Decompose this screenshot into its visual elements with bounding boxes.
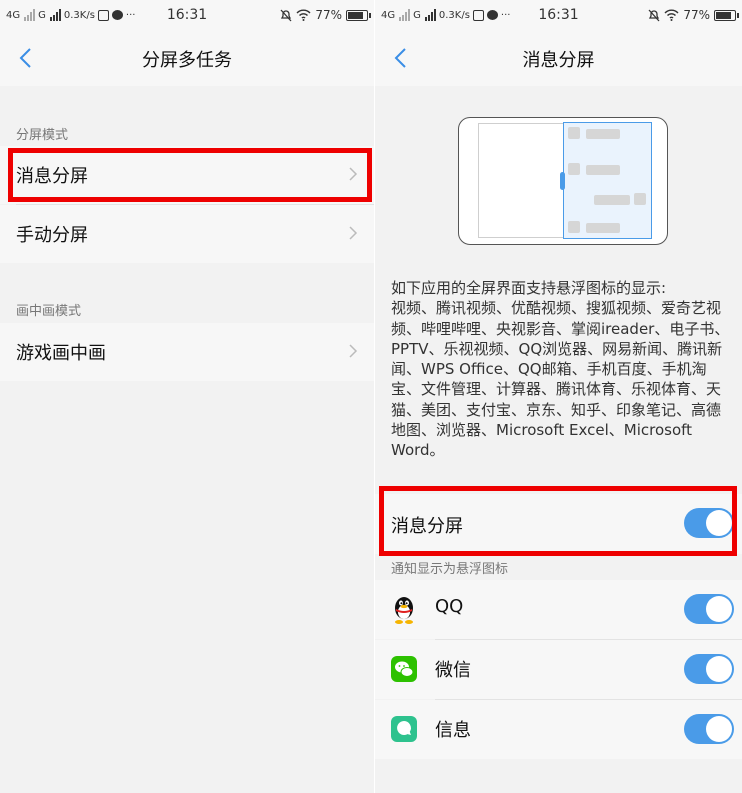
list-item-label: 手动分屏 xyxy=(16,225,88,246)
illustration-message xyxy=(594,195,630,205)
description-body: 视频、腾讯视频、优酷视频、搜狐视频、爱奇艺视频、哔哩哔哩、央视影音、掌阅irea… xyxy=(391,299,730,460)
signal-icon xyxy=(24,9,36,21)
wechat-toggle[interactable] xyxy=(684,654,734,684)
illustration-right-pane xyxy=(563,122,652,239)
title-bar: 分屏多任务 xyxy=(0,30,374,86)
battery-percent: 77% xyxy=(683,8,710,22)
title-bar: 消息分屏 xyxy=(375,30,742,86)
right-screen: 4G G 0.3K/s ··· 16:31 77% 消息分屏 如下应用的全屏界面… xyxy=(375,0,742,793)
illustration-avatar xyxy=(568,127,580,139)
illustration-message xyxy=(586,129,620,139)
app-row-qq[interactable]: QQ xyxy=(375,580,742,639)
messages-toggle[interactable] xyxy=(684,714,734,744)
section-label-pip-mode: 画中画模式 xyxy=(16,304,82,319)
qq-toggle[interactable] xyxy=(684,594,734,624)
illustration-avatar xyxy=(634,193,646,205)
list-item-manual-split[interactable]: 手动分屏 xyxy=(0,205,374,263)
network-g: G xyxy=(413,9,421,21)
more-notifications: ··· xyxy=(500,9,511,21)
app-row-messages[interactable]: 信息 xyxy=(375,700,742,759)
list-item-label: 游戏画中画 xyxy=(16,343,106,364)
clock: 16:31 xyxy=(166,7,208,23)
highlight-box xyxy=(8,148,372,202)
network-type: 4G xyxy=(6,9,21,21)
wechat-icon xyxy=(391,656,417,682)
page-title: 消息分屏 xyxy=(522,50,595,71)
illustration-message xyxy=(586,165,620,175)
wifi-icon xyxy=(664,9,679,21)
app-name: 微信 xyxy=(435,660,471,681)
status-bar: 4G G 0.3K/s ··· 16:31 77% xyxy=(375,0,742,30)
left-screen: 4G G 0.3K/s ··· 16:31 77% 分屏多任务 分屏模式 消息分… xyxy=(0,0,374,793)
supported-apps-description: 如下应用的全屏界面支持悬浮图标的显示: 视频、腾讯视频、优酷视频、搜狐视频、爱奇… xyxy=(391,278,735,461)
signal-icon xyxy=(49,9,61,21)
qq-penguin-icon xyxy=(395,597,413,624)
illustration-avatar xyxy=(568,163,580,175)
battery-icon xyxy=(714,9,739,21)
illustration-left-pane xyxy=(478,123,564,238)
message-bubble-icon xyxy=(486,10,498,20)
signal-icon xyxy=(424,9,436,21)
app-row-wechat[interactable]: 微信 xyxy=(375,640,742,699)
nfc-icon xyxy=(472,9,484,21)
split-screen-illustration xyxy=(458,117,668,245)
network-type: 4G xyxy=(381,9,396,21)
mute-icon xyxy=(280,9,292,21)
illustration-divider-handle xyxy=(560,172,565,190)
network-speed: 0.3K/s xyxy=(63,9,95,21)
description-title: 如下应用的全屏界面支持悬浮图标的显示: xyxy=(391,279,667,297)
chevron-right-icon xyxy=(349,226,358,240)
illustration-message xyxy=(586,223,620,233)
mute-icon xyxy=(648,9,660,21)
more-notifications: ··· xyxy=(125,9,136,21)
messages-icon xyxy=(391,716,417,742)
wifi-icon xyxy=(296,9,311,21)
status-bar: 4G G 0.3K/s ··· 16:31 77% xyxy=(0,0,374,30)
app-name: 信息 xyxy=(435,720,471,741)
illustration-avatar xyxy=(568,221,580,233)
chevron-right-icon xyxy=(349,344,358,358)
list-item-game-pip[interactable]: 游戏画中画 xyxy=(0,323,374,381)
section-label-split-mode: 分屏模式 xyxy=(16,128,69,143)
highlight-box xyxy=(379,486,737,556)
network-speed: 0.3K/s xyxy=(438,9,470,21)
clock: 16:31 xyxy=(538,7,579,23)
network-g: G xyxy=(38,9,46,21)
message-bubble-icon xyxy=(111,10,123,20)
app-name: QQ xyxy=(435,596,464,617)
battery-icon xyxy=(346,9,371,21)
battery-percent: 77% xyxy=(315,8,342,22)
nfc-icon xyxy=(97,9,109,21)
page-title: 分屏多任务 xyxy=(142,50,232,71)
signal-icon xyxy=(399,9,411,21)
section-label-notify: 通知显示为悬浮图标 xyxy=(391,562,509,577)
